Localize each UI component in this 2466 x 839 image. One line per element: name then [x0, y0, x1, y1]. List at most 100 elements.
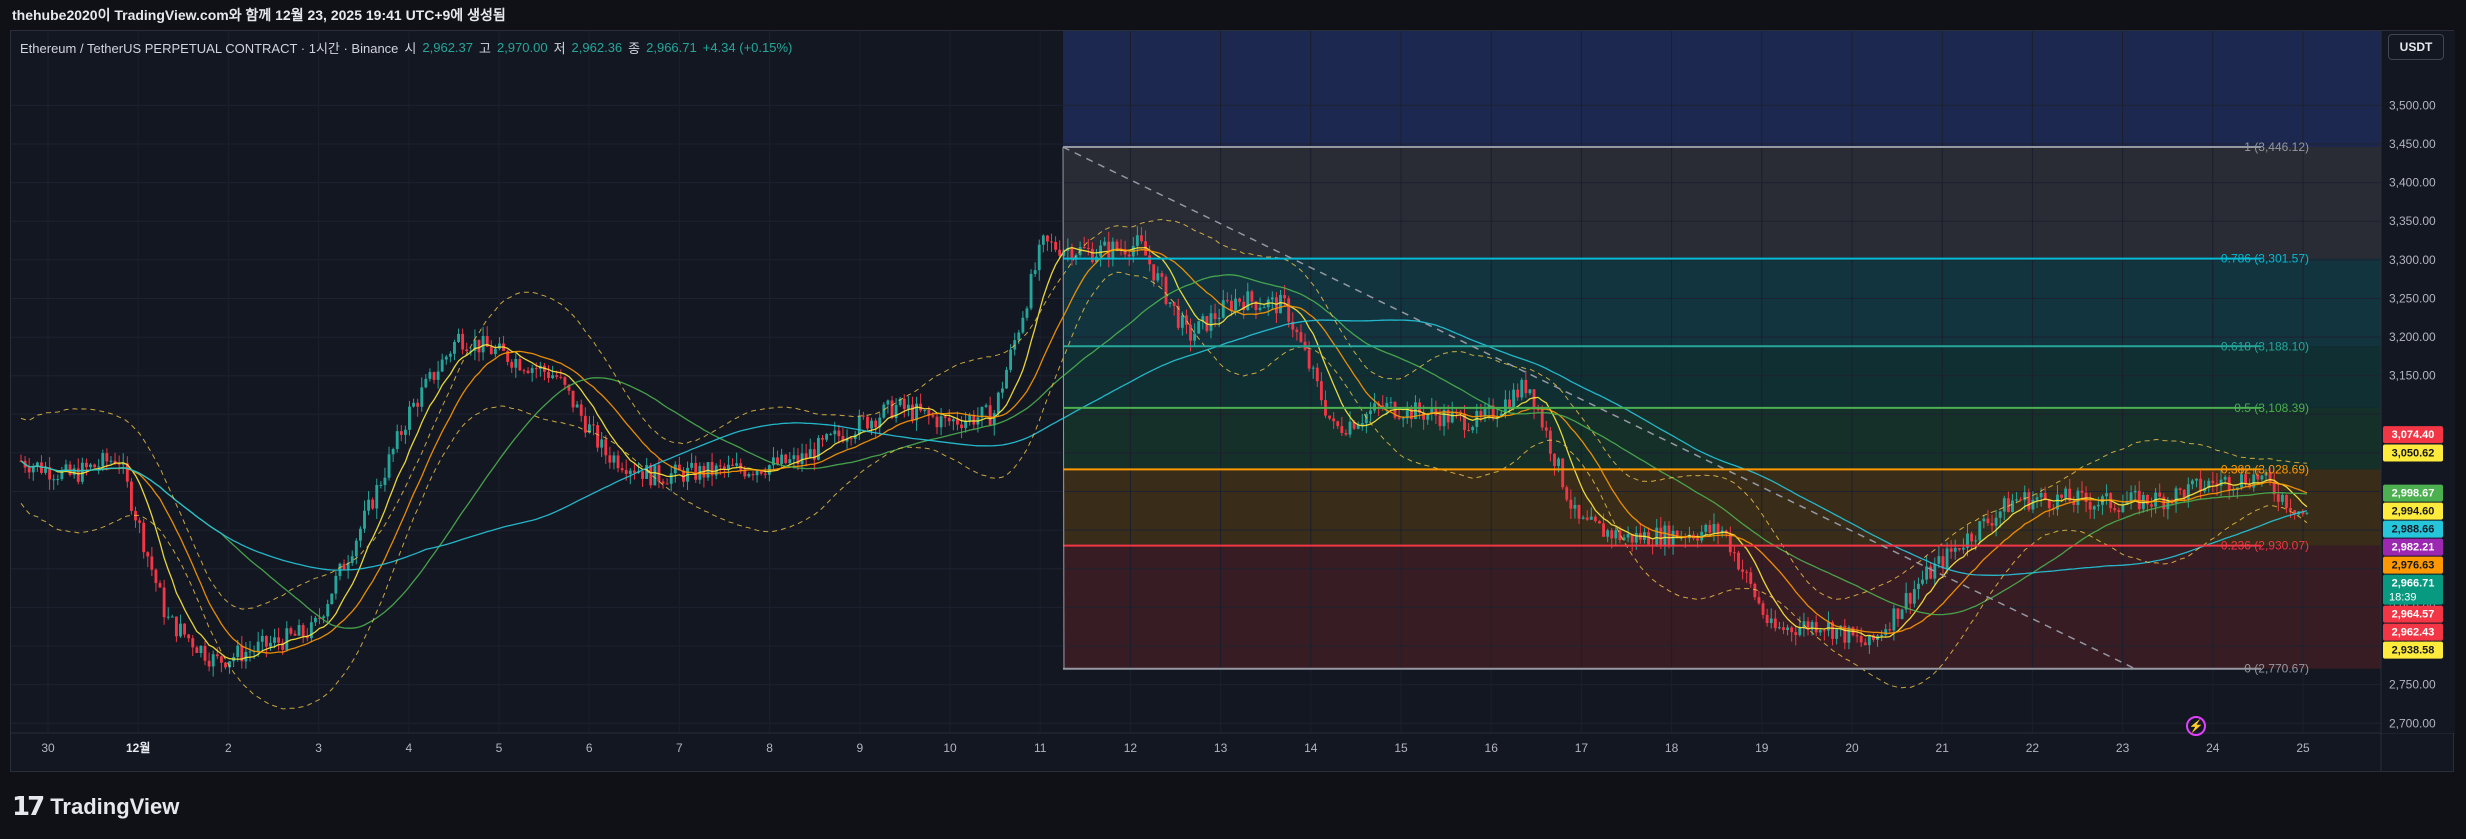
candle-body: [1369, 410, 1372, 415]
candle-body: [371, 499, 375, 509]
candle-body: [1745, 571, 1749, 573]
candle-body: [1000, 388, 1004, 393]
candle-body: [174, 616, 178, 637]
candle-body: [1045, 235, 1049, 242]
candle-body: [956, 419, 959, 425]
candle-body: [2031, 499, 2035, 510]
candle-body: [150, 556, 154, 570]
candle-body: [1945, 548, 1949, 569]
candle-body: [1086, 247, 1090, 249]
candle-body: [84, 462, 88, 468]
candle-body: [2150, 504, 2153, 507]
price-tick-label: 3,150.00: [2389, 369, 2436, 383]
candle-body: [1467, 430, 1471, 432]
price-tag-label: 2,966.71: [2392, 578, 2435, 590]
candle-body: [968, 415, 972, 421]
candle-body: [2195, 478, 2198, 481]
time-tick-label: 25: [2296, 741, 2310, 755]
fib-level-label: 0.5 (3,108.39): [2234, 401, 2309, 415]
candle-body: [1859, 636, 1863, 643]
candle-body: [264, 636, 268, 647]
fib-level-label: 0.618 (3,188.10): [2221, 339, 2309, 353]
candle-body: [1957, 548, 1961, 550]
candle-body: [2039, 493, 2043, 498]
candle-body: [788, 459, 792, 464]
candle-body: [191, 638, 195, 648]
candle-body: [1986, 518, 1990, 524]
candle-body: [915, 403, 918, 421]
candle-body: [391, 449, 395, 455]
price-tick-label: 2,700.00: [2389, 716, 2436, 730]
candle-body: [608, 455, 612, 463]
candle-body: [690, 462, 694, 468]
candle-body: [1152, 264, 1156, 281]
candle-body: [424, 378, 428, 388]
candle-body: [289, 628, 293, 634]
open-value: 2,962.37: [422, 40, 473, 55]
candle-body: [988, 405, 992, 426]
candle-body: [1732, 552, 1736, 554]
tradingview-logo[interactable]: 17 TradingView: [12, 792, 179, 822]
candle-body: [64, 464, 68, 470]
candle-body: [1397, 417, 1401, 419]
candle-body: [1017, 332, 1021, 341]
symbol-legend[interactable]: Ethereum / TetherUS PERPETUAL CONTRACT ·…: [20, 38, 792, 57]
candle-body: [1880, 635, 1884, 637]
candle-body: [522, 370, 526, 372]
candle-body: [1888, 629, 1892, 631]
candle-body: [1884, 629, 1888, 636]
candle-body: [2190, 480, 2194, 485]
price-tag-label: 2,998.67: [2392, 488, 2435, 500]
candle-body: [583, 415, 587, 433]
candle-body: [1270, 297, 1274, 300]
lightning-icon[interactable]: ⚡: [2186, 716, 2206, 736]
candle-body: [2178, 488, 2182, 490]
candle-body: [428, 372, 432, 379]
candle-body: [1602, 523, 1605, 537]
candle-body: [1908, 593, 1912, 604]
candle-body: [1961, 547, 1965, 550]
candle-body: [1058, 249, 1062, 256]
price-tick-label: 3,500.00: [2389, 98, 2436, 112]
price-tag-label: 2,982.21: [2392, 542, 2435, 554]
candle-body: [322, 616, 326, 619]
candle-body: [551, 375, 555, 379]
candle-body: [2096, 504, 2100, 507]
brand-name: TradingView: [50, 794, 180, 819]
candle-body: [203, 646, 207, 661]
candle-body: [1921, 579, 1924, 584]
candle-body: [1385, 402, 1389, 408]
candle-body: [105, 453, 109, 462]
time-tick-label: 12: [1124, 741, 1138, 755]
top-caption-bar: thehube2020이 TradingView.com와 함께 12월 23,…: [0, 0, 2466, 30]
candle-body: [367, 499, 371, 511]
candle-body: [1626, 534, 1630, 538]
candle-body: [170, 616, 174, 618]
chart-frame[interactable]: 30 12월 2 3 4 5 6 7 8 9 10 11 12 13 14 15 16 17 18 19 20 21 22 2…: [10, 30, 2455, 773]
candle-body: [1912, 589, 1916, 604]
candle-body: [1319, 381, 1323, 401]
candle-body: [1099, 245, 1103, 257]
candle-body: [158, 583, 162, 588]
currency-unit-button[interactable]: USDT: [2388, 34, 2444, 60]
candle-body: [183, 623, 187, 635]
candle-body: [857, 415, 861, 435]
low-label: 저: [553, 41, 566, 56]
price-chart[interactable]: 30 12월 2 3 4 5 6 7 8 9 10 11 12 13 14 15 16 17 18 19 20 21 22 2…: [11, 31, 2455, 773]
candle-body: [142, 522, 146, 553]
candle-body: [1315, 367, 1319, 382]
close-label: 종: [628, 41, 641, 56]
candle-body: [604, 439, 608, 456]
candle-body: [2137, 490, 2141, 510]
time-tick-label: 17: [1575, 741, 1589, 755]
candle-body: [1704, 524, 1708, 532]
candle-body: [2105, 493, 2108, 497]
candle-body: [829, 434, 833, 436]
time-tick-label: 7: [676, 741, 683, 755]
candle-body: [906, 404, 910, 409]
candle-body: [931, 415, 935, 417]
candle-body: [1561, 458, 1565, 488]
symbol-title[interactable]: Ethereum / TetherUS PERPETUAL CONTRACT ·…: [20, 38, 398, 57]
time-tick-label: 11: [1034, 741, 1047, 755]
candle-body: [195, 647, 199, 654]
